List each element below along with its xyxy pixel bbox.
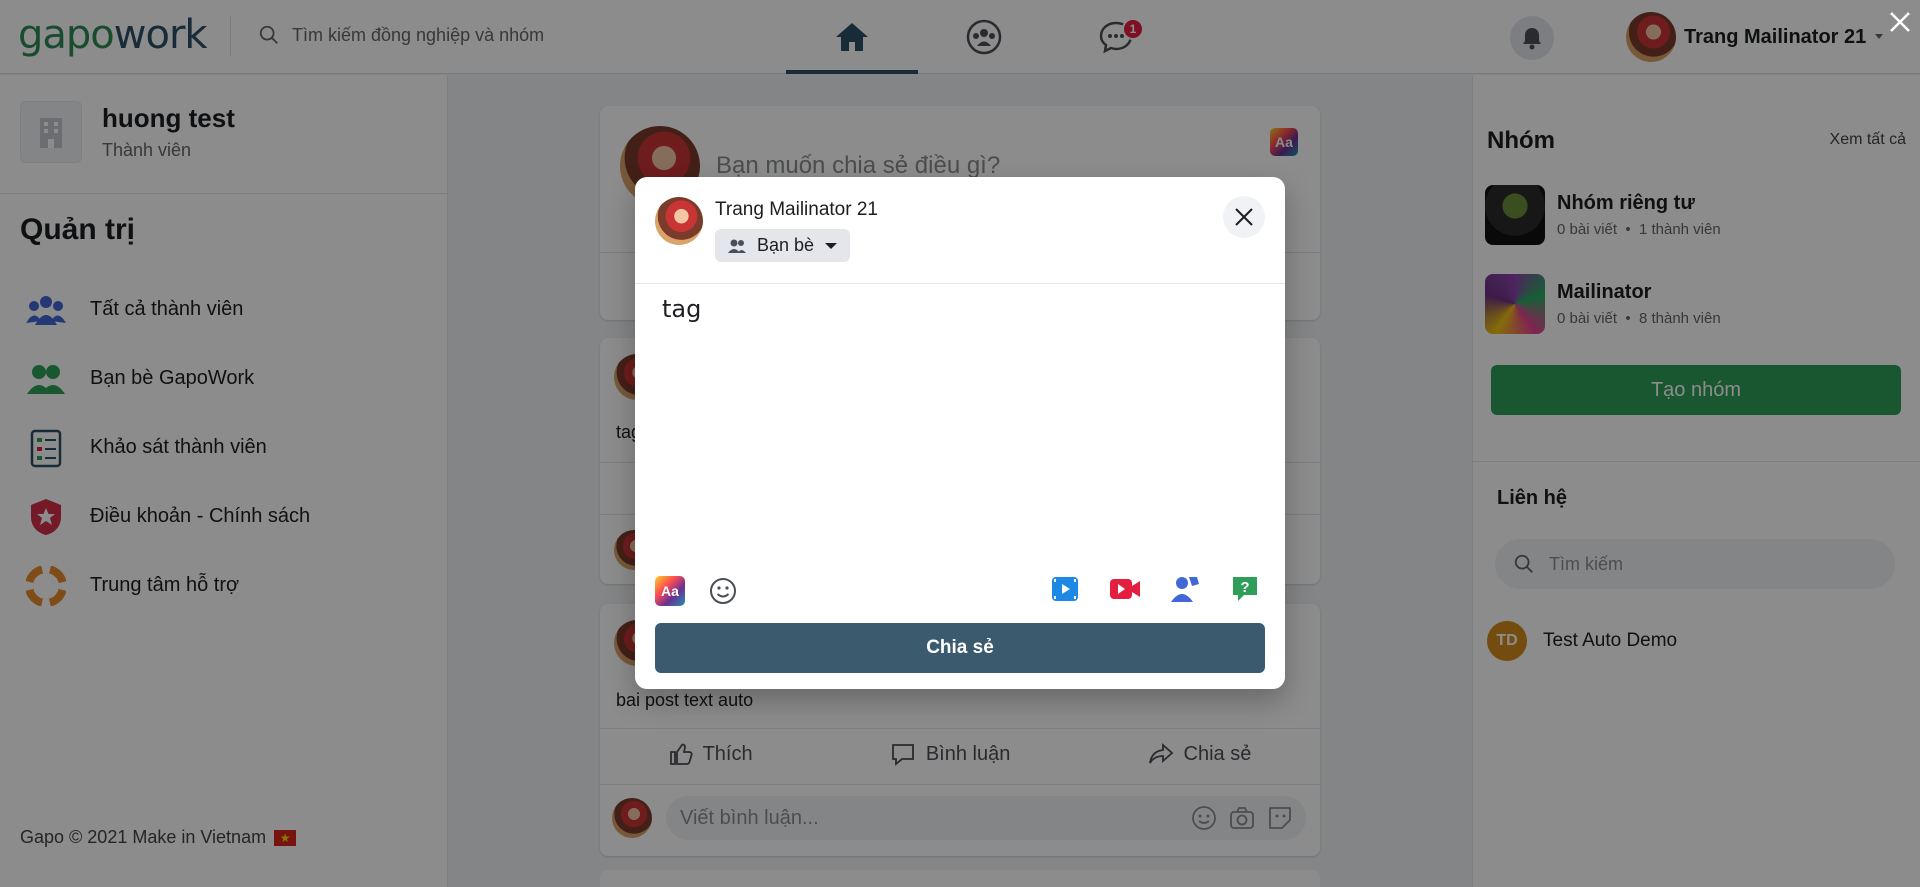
- close-icon: [1890, 12, 1910, 32]
- question-icon: ?: [1233, 577, 1257, 601]
- close-icon: [1235, 208, 1253, 226]
- tag-user-icon: [1171, 577, 1199, 602]
- divider: [635, 283, 1285, 284]
- live-video-button[interactable]: [1107, 571, 1143, 607]
- text-background-icon[interactable]: Aa: [655, 576, 685, 606]
- author-name: Trang Mailinator 21: [715, 199, 878, 220]
- media-button[interactable]: [1047, 571, 1083, 607]
- privacy-label: Bạn bè: [757, 235, 815, 255]
- question-button[interactable]: ?: [1227, 571, 1263, 607]
- svg-text:?: ?: [1240, 579, 1249, 596]
- emoji-button[interactable]: [705, 573, 741, 609]
- tag-people-button[interactable]: [1167, 571, 1203, 607]
- attachment-tools: ?: [1047, 571, 1263, 607]
- close-overlay-button[interactable]: [1884, 6, 1916, 38]
- emoji-icon: [710, 578, 736, 604]
- privacy-selector[interactable]: Bạn bè: [715, 229, 851, 262]
- video-play-icon: [1052, 577, 1078, 601]
- friends-icon: [728, 239, 746, 253]
- close-dialog-button[interactable]: [1223, 196, 1265, 238]
- dialog-author-header: Trang Mailinator 21 Bạn bè: [655, 197, 878, 262]
- video-camera-icon: [1110, 579, 1140, 599]
- share-post-button[interactable]: Chia sẻ: [655, 623, 1265, 673]
- post-content-input[interactable]: tag: [662, 295, 1262, 535]
- author-avatar: [655, 197, 703, 245]
- caret-down-icon: [825, 242, 838, 249]
- create-post-dialog: Trang Mailinator 21 Bạn bè tag Aa ? Chia…: [635, 177, 1285, 689]
- text-tools: Aa: [655, 573, 741, 609]
